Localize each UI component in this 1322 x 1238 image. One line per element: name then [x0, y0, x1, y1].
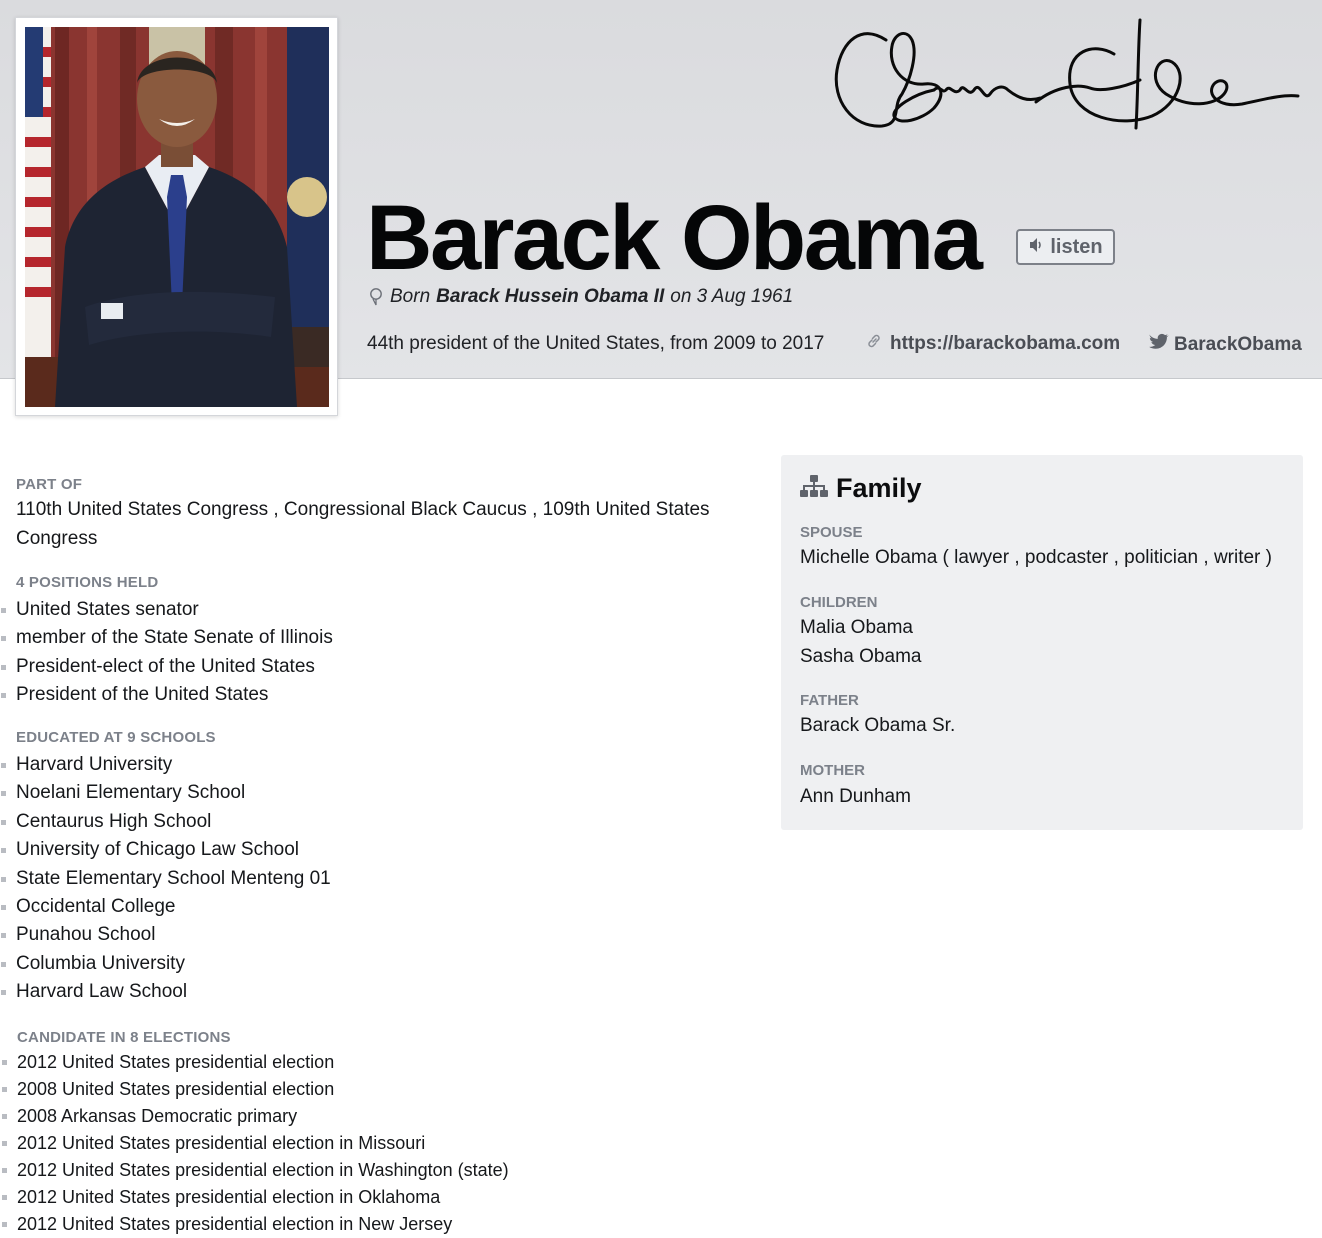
- family-card: Family SPOUSE Michelle Obama ( lawyer , …: [781, 455, 1303, 830]
- positions-label: 4 POSITIONS HELD: [16, 574, 159, 591]
- father-label: FATHER: [800, 692, 859, 709]
- list-item[interactable]: President of the United States: [1, 681, 333, 709]
- spouse-value[interactable]: Michelle Obama ( lawyer , podcaster , po…: [800, 544, 1272, 572]
- list-item[interactable]: United States senator: [1, 596, 333, 624]
- twitter-link[interactable]: BarackObama: [1149, 333, 1302, 357]
- twitter-bird-icon: [1149, 333, 1169, 357]
- part-of-label: PART OF: [16, 476, 83, 493]
- website-url: https://barackobama.com: [890, 333, 1121, 354]
- signature-image: [822, 10, 1308, 138]
- positions-list: United States senator member of the Stat…: [1, 596, 333, 710]
- list-item[interactable]: member of the State Senate of Illinois: [1, 624, 333, 652]
- portrait-photo: [15, 17, 338, 416]
- elections-list: 2012 United States presidential election…: [2, 1049, 509, 1238]
- education-list: Harvard University Noelani Elementary Sc…: [1, 751, 331, 1007]
- list-item[interactable]: Harvard University: [1, 751, 331, 779]
- list-item[interactable]: Punahou School: [1, 921, 331, 949]
- list-item[interactable]: 2012 United States presidential election…: [2, 1211, 509, 1238]
- location-pin-icon: [368, 287, 384, 307]
- family-title: Family: [836, 473, 922, 503]
- list-item[interactable]: Occidental College: [1, 893, 331, 921]
- child-item[interactable]: Malia Obama: [800, 614, 913, 642]
- part-of-text-cont: Congress: [16, 528, 98, 549]
- twitter-handle: BarackObama: [1174, 334, 1302, 355]
- child-item[interactable]: Sasha Obama: [800, 643, 921, 671]
- list-item[interactable]: 2012 United States presidential election: [2, 1049, 509, 1076]
- list-item[interactable]: President-elect of the United States: [1, 653, 333, 681]
- link-icon: [866, 333, 882, 355]
- family-heading: Family: [800, 473, 922, 504]
- children-label: CHILDREN: [800, 594, 878, 611]
- person-name: Barack Obama: [366, 187, 983, 289]
- list-item[interactable]: 2008 Arkansas Democratic primary: [2, 1103, 509, 1130]
- birth-date: on 3 Aug 1961: [670, 286, 794, 307]
- list-item[interactable]: 2008 United States presidential election: [2, 1076, 509, 1103]
- list-item[interactable]: Harvard Law School: [1, 978, 331, 1006]
- elections-label: CANDIDATE IN 8 ELECTIONS: [17, 1029, 231, 1046]
- list-item[interactable]: State Elementary School Menteng 01: [1, 865, 331, 893]
- mother-label: MOTHER: [800, 762, 865, 779]
- list-item[interactable]: University of Chicago Law School: [1, 836, 331, 864]
- birth-name: Barack Hussein Obama II: [436, 286, 665, 307]
- family-tree-icon: [800, 473, 828, 504]
- website-link[interactable]: https://barackobama.com: [866, 333, 1120, 355]
- father-value[interactable]: Barack Obama Sr.: [800, 712, 955, 740]
- list-item[interactable]: 2012 United States presidential election…: [2, 1157, 509, 1184]
- listen-label: listen: [1050, 235, 1103, 258]
- born-prefix: Born: [390, 286, 431, 307]
- listen-button[interactable]: listen: [1016, 229, 1115, 265]
- list-item[interactable]: 2012 United States presidential election…: [2, 1130, 509, 1157]
- education-label: EDUCATED AT 9 SCHOOLS: [16, 729, 216, 746]
- list-item[interactable]: 2012 United States presidential election…: [2, 1184, 509, 1211]
- spouse-label: SPOUSE: [800, 524, 863, 541]
- list-item[interactable]: Noelani Elementary School: [1, 779, 331, 807]
- part-of-text: 110th United States Congress , Congressi…: [16, 499, 710, 520]
- birth-info: Born Barack Hussein Obama II on 3 Aug 19…: [368, 286, 793, 308]
- person-description: 44th president of the United States, fro…: [367, 333, 825, 354]
- mother-value[interactable]: Ann Dunham: [800, 783, 911, 811]
- speaker-icon: [1028, 236, 1044, 259]
- list-item[interactable]: Centaurus High School: [1, 808, 331, 836]
- list-item[interactable]: Columbia University: [1, 950, 331, 978]
